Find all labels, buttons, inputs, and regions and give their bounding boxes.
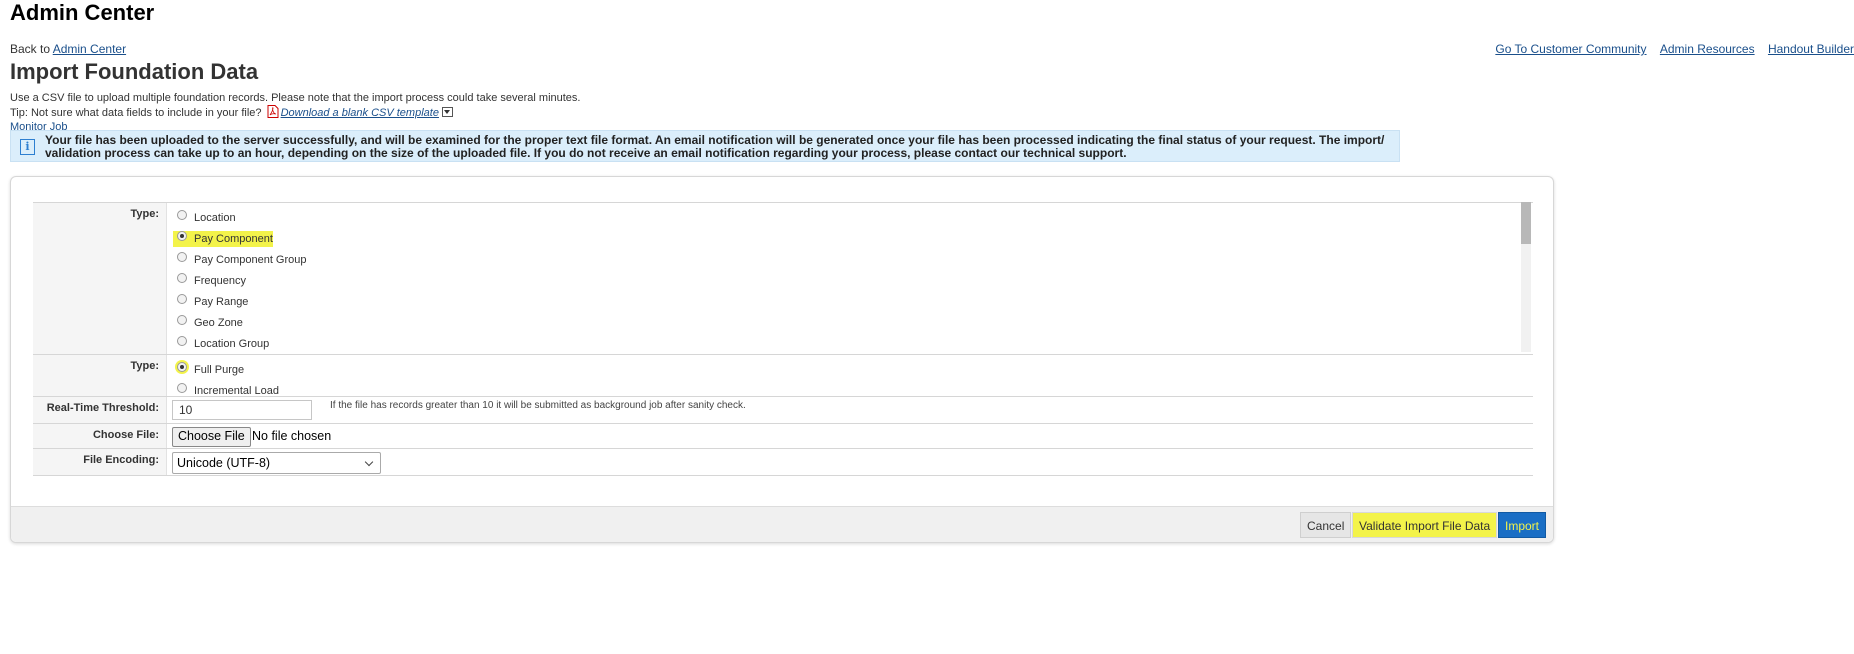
radio-full-purge[interactable]: Full Purge <box>177 359 1533 380</box>
radio-button-selected[interactable] <box>177 361 187 372</box>
radio-location-group[interactable]: Location Group <box>177 333 1533 354</box>
load-type-options: Full Purge Incremental Load <box>167 355 1533 397</box>
form-area: Type: Location Pay Component Pay Compone… <box>33 202 1533 482</box>
radio-button[interactable] <box>177 272 187 283</box>
type-row: Type: Location Pay Component Pay Compone… <box>33 202 1533 355</box>
form-scrollbar[interactable] <box>1521 202 1531 352</box>
page-title: Import Foundation Data <box>10 59 259 84</box>
tip-text: Tip: Not sure what data fields to includ… <box>10 107 262 119</box>
type-label: Type: <box>33 203 167 354</box>
file-encoding-label: File Encoding: <box>33 449 167 475</box>
tip-line: Tip: Not sure what data fields to includ… <box>10 105 580 120</box>
cancel-button[interactable]: Cancel <box>1300 512 1352 538</box>
choose-file-button[interactable]: Choose File <box>172 427 251 447</box>
app-title: Admin Center <box>10 0 155 25</box>
validate-import-button[interactable]: Validate Import File Data <box>1352 512 1498 538</box>
import-button[interactable]: Import <box>1498 512 1547 538</box>
file-status: No file chosen <box>252 429 332 443</box>
threshold-input[interactable] <box>172 400 312 420</box>
back-prefix: Back to <box>10 42 51 56</box>
top-links: Go To Customer Community Admin Resources… <box>1254 42 1854 56</box>
radio-pay-range[interactable]: Pay Range <box>177 291 1533 312</box>
dropdown-arrow-icon[interactable] <box>441 107 453 117</box>
threshold-note: If the file has records greater than 10 … <box>330 400 746 411</box>
page-description: Use a CSV file to upload multiple founda… <box>10 92 580 134</box>
info-banner: i Your file has been uploaded to the ser… <box>10 130 1400 162</box>
type-options: Location Pay Component Pay Component Gro… <box>167 203 1533 354</box>
pdf-icon <box>267 105 279 118</box>
radio-button[interactable] <box>177 335 187 346</box>
admin-resources-link[interactable]: Admin Resources <box>1660 42 1755 56</box>
import-form-card: Type: Location Pay Component Pay Compone… <box>10 176 1554 543</box>
handout-builder-link[interactable]: Handout Builder <box>1768 42 1854 56</box>
chevron-down-icon <box>364 457 374 467</box>
radio-button[interactable] <box>177 209 187 220</box>
radio-geo-zone[interactable]: Geo Zone <box>177 312 1533 333</box>
file-encoding-value: Unicode (UTF-8) <box>177 456 271 470</box>
file-encoding-select[interactable]: Unicode (UTF-8) <box>172 452 381 474</box>
file-encoding-row: File Encoding: Unicode (UTF-8) <box>33 449 1533 476</box>
download-template-link[interactable]: Download a blank CSV template <box>281 107 439 119</box>
threshold-label: Real-Time Threshold: <box>33 397 167 423</box>
choose-file-row: Choose File: Choose File No file chosen <box>33 424 1533 449</box>
radio-button[interactable] <box>177 251 187 262</box>
load-type-label: Type: <box>33 355 167 396</box>
radio-button[interactable] <box>177 382 187 393</box>
radio-location[interactable]: Location <box>177 207 1533 228</box>
load-type-row: Type: Full Purge Incremental Load <box>33 355 1533 397</box>
back-to-link-line: Back to Admin Center <box>10 42 126 56</box>
choose-file-label: Choose File: <box>33 424 167 448</box>
radio-button[interactable] <box>177 293 187 304</box>
threshold-row: Real-Time Threshold: If the file has rec… <box>33 397 1533 424</box>
radio-pay-component[interactable]: Pay Component <box>173 228 1533 249</box>
radio-button-selected[interactable] <box>177 230 187 241</box>
info-message: Your file has been uploaded to the serve… <box>45 133 1385 160</box>
admin-center-link[interactable]: Admin Center <box>53 42 126 56</box>
radio-frequency[interactable]: Frequency <box>177 270 1533 291</box>
radio-pay-component-group[interactable]: Pay Component Group <box>177 249 1533 270</box>
radio-button[interactable] <box>177 314 187 325</box>
customer-community-link[interactable]: Go To Customer Community <box>1495 42 1646 56</box>
scrollbar-thumb[interactable] <box>1521 202 1531 244</box>
form-footer: Cancel Validate Import File Data Import <box>11 506 1553 542</box>
info-icon: i <box>20 139 35 155</box>
description-text: Use a CSV file to upload multiple founda… <box>10 92 581 104</box>
